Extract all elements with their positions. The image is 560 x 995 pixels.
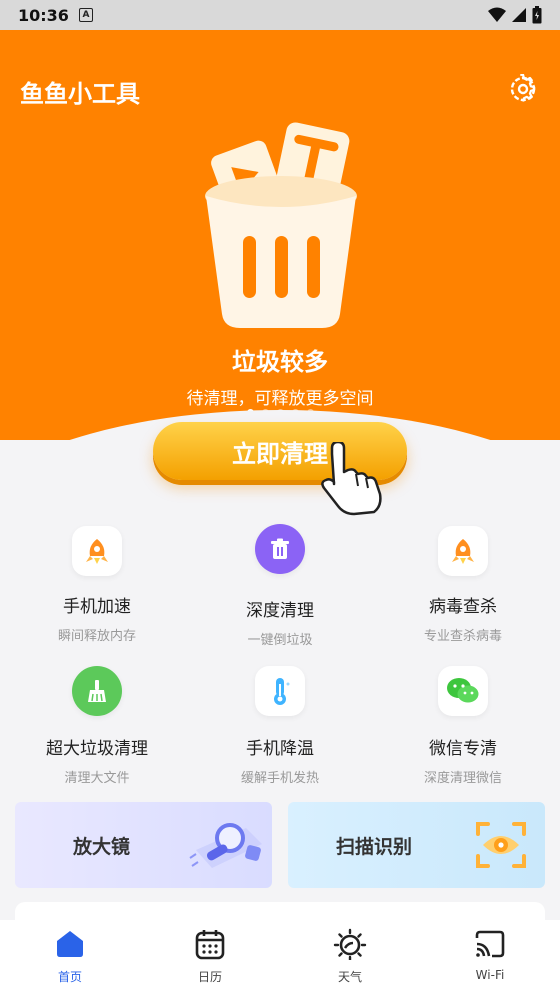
tab-label: 日历 [197, 970, 222, 984]
tool-large-file-clean[interactable]: 超大垃圾清理 清理大文件 [4, 666, 190, 786]
battery-icon [532, 6, 542, 24]
tool-name: 超大垃圾清理 [46, 739, 148, 759]
tab-label: 首页 [57, 970, 82, 984]
notification-icon: A [78, 8, 93, 22]
pointing-hand-icon [321, 442, 382, 516]
bottom-tab-bar: 首页 日历 天气 Wi-Fi [0, 920, 560, 995]
app-title: 鱼鱼小工具 [20, 80, 140, 108]
status-icons [488, 6, 542, 24]
tool-phone-boost[interactable]: 手机加速 瞬间释放内存 [4, 526, 190, 644]
trash-can-illustration [205, 122, 357, 328]
status-time: 10:36 [18, 5, 69, 25]
tool-name: 手机降温 [246, 739, 314, 759]
scan-label: 扫描识别 [336, 835, 413, 858]
tab-calendar[interactable]: 日历 [140, 920, 280, 995]
tab-weather[interactable]: 天气 [280, 920, 420, 995]
tab-label: 天气 [337, 970, 362, 984]
tool-cool-down[interactable]: 手机降温 缓解手机发热 [187, 666, 373, 786]
hero-banner: 鱼鱼小工具 垃圾较多 待清理，可释放更多空间 [0, 30, 560, 440]
tab-wifi[interactable]: Wi-Fi [420, 920, 560, 995]
wifi-icon [488, 7, 506, 22]
tool-name: 病毒查杀 [429, 597, 497, 617]
cast-icon [475, 930, 505, 958]
hero-subtitle: 待清理，可释放更多空间 [186, 389, 374, 409]
trash-icon [255, 524, 305, 574]
magnifier-icon [189, 823, 262, 868]
rocket-icon [438, 526, 488, 576]
tool-name: 微信专清 [429, 739, 497, 759]
tool-desc: 深度清理微信 [423, 771, 502, 786]
broom-icon [72, 666, 122, 716]
tool-desc: 瞬间释放内存 [57, 629, 136, 644]
tool-virus-scan[interactable]: 病毒查杀 专业查杀病毒 [370, 526, 556, 644]
rocket-icon [72, 526, 122, 576]
tool-name: 深度清理 [246, 601, 314, 621]
tool-deep-clean[interactable]: 深度清理 一键倒垃圾 [187, 524, 373, 648]
scan-card[interactable]: 扫描识别 [288, 802, 545, 888]
tool-desc: 专业查杀病毒 [423, 629, 502, 644]
gear-icon[interactable] [508, 74, 538, 104]
magnifier-label: 放大镜 [73, 835, 131, 858]
hero-title: 垃圾较多 [232, 348, 328, 376]
calendar-icon [195, 930, 225, 960]
tool-desc: 一键倒垃圾 [247, 633, 313, 648]
magnifier-card[interactable]: 放大镜 [15, 802, 272, 888]
signal-icon [512, 8, 526, 22]
scan-eye-icon [476, 822, 526, 868]
thermometer-icon [255, 666, 305, 716]
status-bar: 10:36 A [0, 0, 560, 30]
tool-desc: 清理大文件 [64, 771, 130, 786]
home-icon [57, 931, 83, 957]
weather-icon [333, 928, 367, 960]
wechat-icon [438, 666, 488, 716]
tab-home[interactable]: 首页 [0, 920, 140, 995]
tool-name: 手机加速 [63, 597, 131, 617]
tab-label: Wi-Fi [475, 968, 505, 982]
tool-desc: 缓解手机发热 [240, 771, 319, 786]
tool-wechat-clean[interactable]: 微信专清 深度清理微信 [370, 666, 556, 786]
